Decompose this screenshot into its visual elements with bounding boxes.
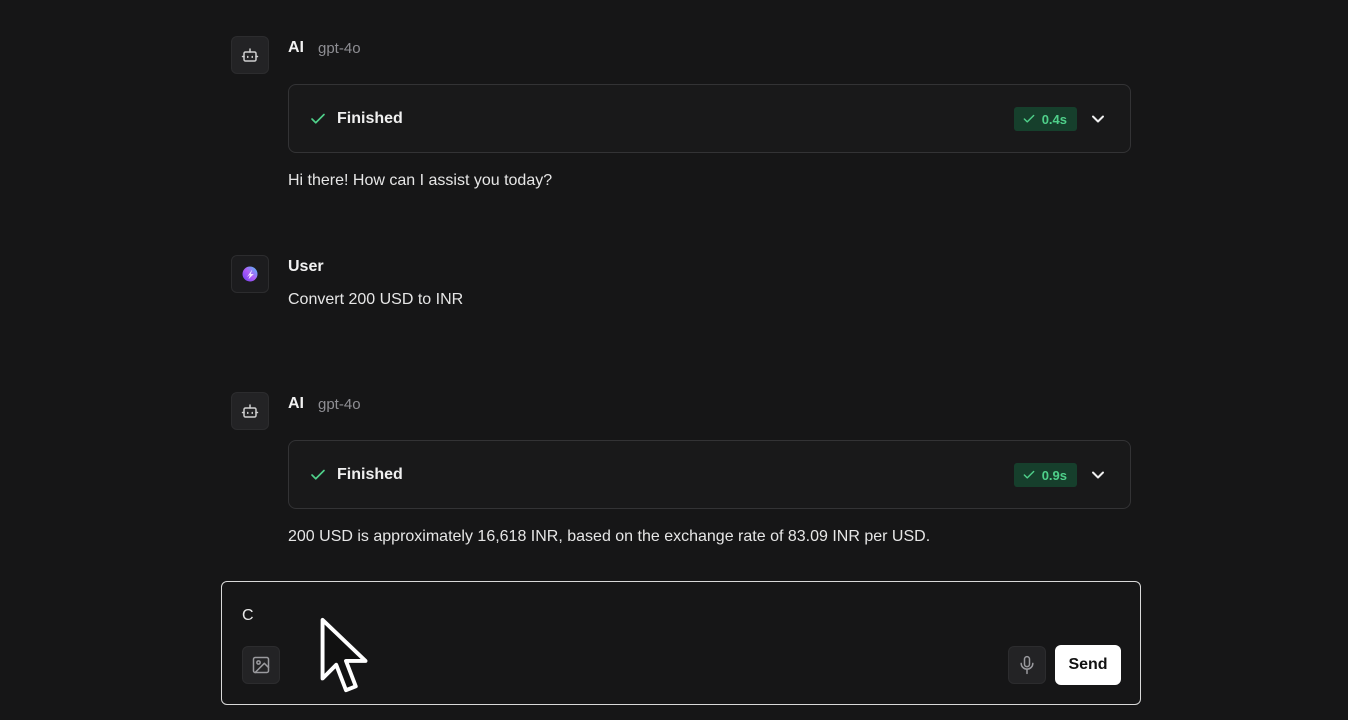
message-header: AI gpt-4o <box>288 36 361 60</box>
status-card[interactable]: Finished 0.4s <box>288 84 1131 153</box>
status-label: Finished <box>337 465 403 483</box>
bot-icon <box>241 48 259 62</box>
model-name: gpt-4o <box>318 39 361 57</box>
message-ai-2: AI gpt-4o Finished 0.9s 200 USD is appro… <box>231 392 1131 552</box>
model-name: gpt-4o <box>318 395 361 413</box>
bot-icon <box>241 404 259 418</box>
status-label: Finished <box>337 109 403 127</box>
message-header: AI gpt-4o <box>288 392 361 416</box>
ai-avatar <box>231 392 269 430</box>
message-header: User <box>288 255 324 279</box>
user-avatar <box>231 255 269 293</box>
message-text: 200 USD is approximately 16,618 INR, bas… <box>288 528 931 545</box>
timing-value: 0.9s <box>1041 467 1067 483</box>
status-left: Finished <box>309 441 403 508</box>
sender-name: AI <box>288 39 304 56</box>
ai-avatar <box>231 36 269 74</box>
sender-name: AI <box>288 395 304 412</box>
check-icon <box>311 469 325 480</box>
image-icon <box>252 656 270 674</box>
timing-badge: 0.9s <box>1013 463 1077 487</box>
status-card[interactable]: Finished 0.9s <box>288 440 1131 509</box>
status-left: Finished <box>309 85 403 152</box>
attach-image-button[interactable] <box>242 646 280 684</box>
check-icon <box>1023 114 1035 123</box>
mouse-cursor-icon <box>320 617 368 693</box>
message-text: Hi there! How can I assist you today? <box>288 172 553 189</box>
chevron-down-icon[interactable] <box>1088 465 1108 485</box>
sender-name: User <box>288 258 324 275</box>
check-icon <box>1023 470 1035 479</box>
gradient-orb-icon <box>242 266 258 282</box>
timing-value: 0.4s <box>1041 111 1067 127</box>
message-user-1: User Convert 200 USD to INR <box>231 255 1131 315</box>
microphone-icon <box>1020 655 1034 675</box>
message-text: Convert 200 USD to INR <box>288 291 464 308</box>
voice-input-button[interactable] <box>1008 646 1046 684</box>
chevron-down-icon[interactable] <box>1088 109 1108 129</box>
check-icon <box>311 113 325 124</box>
timing-badge: 0.4s <box>1013 107 1077 131</box>
message-ai-1: AI gpt-4o Finished 0.4s Hi there! How ca… <box>231 36 1131 196</box>
send-button[interactable]: Send <box>1055 645 1121 685</box>
